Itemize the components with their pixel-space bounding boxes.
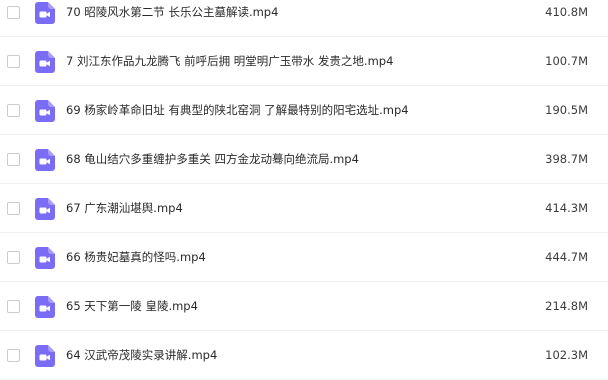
file-name[interactable]: 65 天下第一陵 皇陵.mp4 xyxy=(66,297,198,315)
file-row[interactable]: 65 天下第一陵 皇陵.mp4 214.8M xyxy=(0,282,608,331)
row-checkbox[interactable] xyxy=(7,300,20,313)
video-file-icon xyxy=(35,296,55,318)
video-file-icon xyxy=(35,198,55,220)
row-checkbox[interactable] xyxy=(7,104,20,117)
file-row[interactable]: 68 龟山结穴多重缠护多重关 四方金龙动蓦向绝流局.mp4 398.7M xyxy=(0,135,608,184)
video-file-icon xyxy=(35,149,55,171)
row-checkbox[interactable] xyxy=(7,251,20,264)
row-checkbox[interactable] xyxy=(7,153,20,166)
file-row[interactable]: 64 汉武帝茂陵实录讲解.mp4 102.3M xyxy=(0,331,608,380)
file-size: 444.7M xyxy=(545,250,588,264)
file-size: 414.3M xyxy=(545,201,588,215)
file-size: 100.7M xyxy=(545,54,588,68)
file-list: 70 昭陵风水第二节 长乐公主墓解读.mp4 410.8M 7 刘江东作品九龙腾… xyxy=(0,0,608,380)
file-name[interactable]: 66 杨贵妃墓真的怪吗.mp4 xyxy=(66,248,206,266)
file-name[interactable]: 68 龟山结穴多重缠护多重关 四方金龙动蓦向绝流局.mp4 xyxy=(66,150,359,168)
video-file-icon xyxy=(35,2,55,24)
file-row[interactable]: 66 杨贵妃墓真的怪吗.mp4 444.7M xyxy=(0,233,608,282)
file-name[interactable]: 70 昭陵风水第二节 长乐公主墓解读.mp4 xyxy=(66,3,278,21)
video-file-icon xyxy=(35,247,55,269)
file-size: 398.7M xyxy=(545,152,588,166)
file-name[interactable]: 69 杨家岭革命旧址 有典型的陕北窑洞 了解最特别的阳宅选址.mp4 xyxy=(66,101,409,119)
file-row[interactable]: 67 广东潮汕堪舆.mp4 414.3M xyxy=(0,184,608,233)
row-checkbox[interactable] xyxy=(7,55,20,68)
file-name[interactable]: 67 广东潮汕堪舆.mp4 xyxy=(66,199,183,217)
file-name[interactable]: 64 汉武帝茂陵实录讲解.mp4 xyxy=(66,346,217,364)
file-size: 102.3M xyxy=(545,348,588,362)
video-file-icon xyxy=(35,345,55,367)
file-size: 214.8M xyxy=(545,299,588,313)
file-size: 410.8M xyxy=(545,5,588,19)
file-row[interactable]: 7 刘江东作品九龙腾飞 前呼后拥 明堂明广玉带水 发贵之地.mp4 100.7M xyxy=(0,37,608,86)
file-size: 190.5M xyxy=(545,103,588,117)
file-row[interactable]: 69 杨家岭革命旧址 有典型的陕北窑洞 了解最特别的阳宅选址.mp4 190.5… xyxy=(0,86,608,135)
video-file-icon xyxy=(35,100,55,122)
row-checkbox[interactable] xyxy=(7,349,20,362)
row-checkbox[interactable] xyxy=(7,202,20,215)
video-file-icon xyxy=(35,51,55,73)
row-checkbox[interactable] xyxy=(7,6,20,19)
file-row[interactable]: 70 昭陵风水第二节 长乐公主墓解读.mp4 410.8M xyxy=(0,0,608,37)
file-name[interactable]: 7 刘江东作品九龙腾飞 前呼后拥 明堂明广玉带水 发贵之地.mp4 xyxy=(66,52,393,70)
